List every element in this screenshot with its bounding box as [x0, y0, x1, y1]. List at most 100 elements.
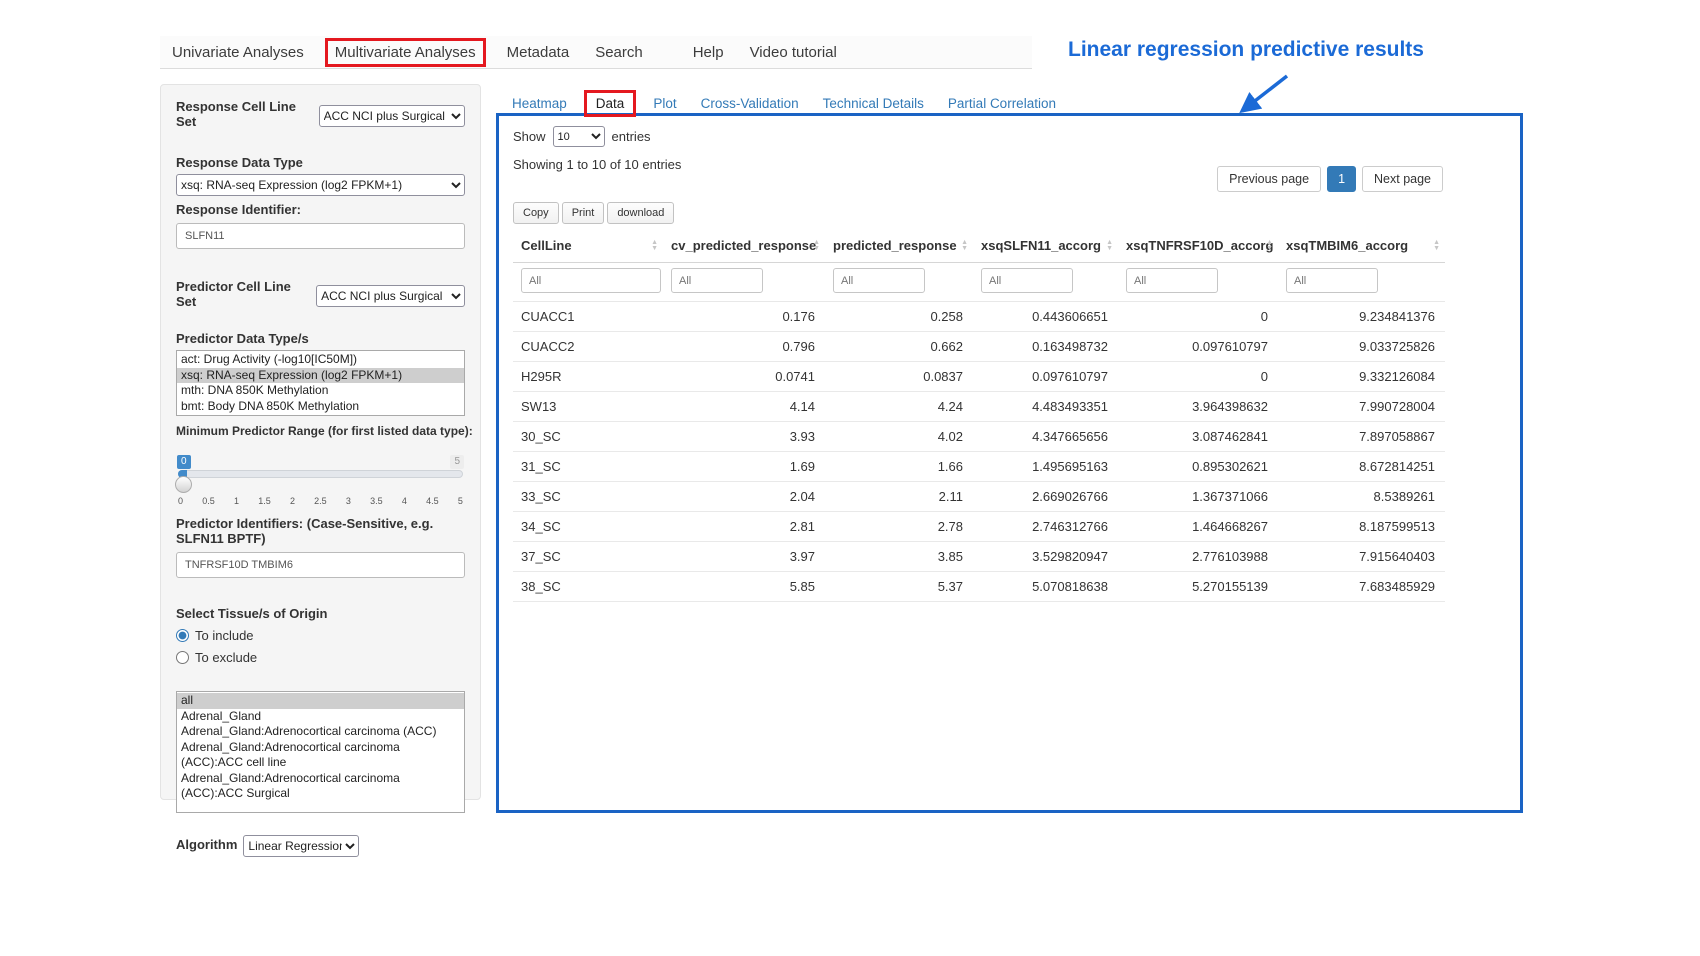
predictor-data-type-option-mth-dna-850k-methylation[interactable]: mth: DNA 850K Methylation: [177, 383, 464, 399]
predictor-identifiers-input[interactable]: [176, 552, 465, 578]
tab-plot[interactable]: Plot: [653, 96, 676, 111]
tissue-option-adrenal-gland-adrenocortical-carcinoma-acc-acc-surgical[interactable]: Adrenal_Gland:Adrenocortical carcinoma (…: [177, 771, 464, 802]
predictor-data-type-option-xsq-rna-seq-expression-log2-fpkm-1[interactable]: xsq: RNA-seq Expression (log2 FPKM+1): [177, 368, 464, 384]
sort-icon[interactable]: ▲▼: [961, 240, 968, 252]
table-buttons: CopyPrintdownload: [513, 202, 1445, 224]
sort-icon[interactable]: ▲▼: [651, 240, 658, 252]
slider-track[interactable]: 0 5: [178, 470, 463, 478]
radio-to-exclude[interactable]: To exclude: [176, 650, 465, 665]
filter-input-cv-predicted-response[interactable]: [671, 268, 763, 293]
value-cell: 2.81: [663, 512, 825, 542]
slider-handle[interactable]: [175, 476, 192, 493]
filter-input-xsqtmbim6-accorg[interactable]: [1286, 268, 1378, 293]
table-row[interactable]: H295R0.07410.08370.09761079709.332126084: [513, 362, 1445, 392]
nav-item-video-tutorial[interactable]: Video tutorial: [750, 44, 837, 61]
radio-input-to-exclude[interactable]: [176, 651, 189, 664]
tab-cross-validation[interactable]: Cross-Validation: [701, 96, 799, 111]
value-cell: 3.964398632: [1118, 392, 1278, 422]
tab-technical-details[interactable]: Technical Details: [823, 96, 924, 111]
value-cell: 1.367371066: [1118, 482, 1278, 512]
min-predictor-range-slider[interactable]: 0 5 00.511.522.533.544.55: [178, 458, 463, 512]
filter-input-cellline[interactable]: [521, 268, 661, 293]
cellline-cell: 34_SC: [513, 512, 663, 542]
table-row[interactable]: 31_SC1.691.661.4956951630.8953026218.672…: [513, 452, 1445, 482]
cellline-cell: 30_SC: [513, 422, 663, 452]
table-row[interactable]: SW134.144.244.4834933513.9643986327.9907…: [513, 392, 1445, 422]
predictor-data-type-option-act-drug-activity-log10-ic50m[interactable]: act: Drug Activity (-log10[IC50M]): [177, 352, 464, 368]
tissue-listbox[interactable]: allAdrenal_GlandAdrenal_Gland:Adrenocort…: [176, 691, 465, 813]
tissue-option-adrenal-gland[interactable]: Adrenal_Gland: [177, 709, 464, 725]
response-cell-line-set-select[interactable]: ACC NCI plus Surgical: [319, 105, 465, 127]
slider-tick: 4.5: [426, 496, 439, 506]
value-cell: 0.0741: [663, 362, 825, 392]
previous-page-button[interactable]: Previous page: [1217, 166, 1321, 192]
response-data-type-select[interactable]: xsq: RNA-seq Expression (log2 FPKM+1): [176, 174, 465, 196]
tab-data[interactable]: Data: [584, 90, 637, 117]
table-row[interactable]: 37_SC3.973.853.5298209472.7761039887.915…: [513, 542, 1445, 572]
table-row[interactable]: 38_SC5.855.375.0708186385.2701551397.683…: [513, 572, 1445, 602]
value-cell: 2.11: [825, 482, 973, 512]
value-cell: 0.258: [825, 302, 973, 332]
value-cell: 4.483493351: [973, 392, 1118, 422]
filter-input-xsqtnfrsf10d-accorg[interactable]: [1126, 268, 1218, 293]
radio-input-to-include[interactable]: [176, 629, 189, 642]
print-button[interactable]: Print: [562, 202, 605, 224]
show-entries-select[interactable]: 10: [553, 126, 605, 147]
tissue-option-adrenal-gland-adrenocortical-carcinoma-acc-acc-cell-line[interactable]: Adrenal_Gland:Adrenocortical carcinoma (…: [177, 740, 464, 771]
table-row[interactable]: CUACC20.7960.6620.1634987320.0976107979.…: [513, 332, 1445, 362]
predictor-data-type-listbox[interactable]: act: Drug Activity (-log10[IC50M])xsq: R…: [176, 350, 465, 416]
value-cell: 2.78: [825, 512, 973, 542]
predictor-data-types-label: Predictor Data Type/s: [176, 331, 465, 346]
response-identifier-input[interactable]: [176, 223, 465, 249]
response-data-type-label: Response Data Type: [176, 155, 465, 170]
nav-item-multivariate-analyses[interactable]: Multivariate Analyses: [325, 38, 486, 67]
nav-item-metadata[interactable]: Metadata: [507, 44, 570, 61]
column-header-xsqtnfrsf10d-accorg[interactable]: xsqTNFRSF10D_accorg▲▼: [1118, 230, 1278, 263]
nav-item-univariate-analyses[interactable]: Univariate Analyses: [172, 44, 304, 61]
sort-icon[interactable]: ▲▼: [1266, 240, 1273, 252]
control-sidebar: Response Cell Line Set ACC NCI plus Surg…: [160, 84, 481, 800]
predictor-cell-line-set-label: Predictor Cell Line Set: [176, 279, 310, 309]
filter-input-xsqslfn11-accorg[interactable]: [981, 268, 1073, 293]
top-nav: Univariate Analyses Multivariate Analyses…: [160, 36, 1032, 69]
column-header-cellline[interactable]: CellLine▲▼: [513, 230, 663, 263]
page-number-button[interactable]: 1: [1327, 166, 1356, 192]
tab-partial-correlation[interactable]: Partial Correlation: [948, 96, 1056, 111]
table-row[interactable]: 34_SC2.812.782.7463127661.4646682678.187…: [513, 512, 1445, 542]
results-table: CellLine▲▼cv_predicted_response▲▼predict…: [513, 230, 1445, 602]
value-cell: 0.796: [663, 332, 825, 362]
column-header-xsqslfn11-accorg[interactable]: xsqSLFN11_accorg▲▼: [973, 230, 1118, 263]
show-label: Show: [513, 129, 546, 144]
column-header-cv-predicted-response[interactable]: cv_predicted_response▲▼: [663, 230, 825, 263]
slider-ticks: 00.511.522.533.544.55: [178, 496, 463, 506]
value-cell: 9.033725826: [1278, 332, 1445, 362]
copy-button[interactable]: Copy: [513, 202, 559, 224]
value-cell: 4.24: [825, 392, 973, 422]
table-row[interactable]: CUACC10.1760.2580.44360665109.234841376: [513, 302, 1445, 332]
sort-desc-icon: ▼: [651, 246, 658, 252]
predictor-cell-line-set-select[interactable]: ACC NCI plus Surgical: [316, 285, 465, 307]
tissue-option-adrenal-gland-adrenocortical-carcinoma-acc[interactable]: Adrenal_Gland:Adrenocortical carcinoma (…: [177, 724, 464, 740]
column-label: predicted_response: [833, 238, 957, 253]
algorithm-label: Algorithm: [176, 837, 237, 852]
nav-item-help[interactable]: Help: [693, 44, 724, 61]
table-row[interactable]: 30_SC3.934.024.3476656563.0874628417.897…: [513, 422, 1445, 452]
download-button[interactable]: download: [607, 202, 674, 224]
radio-to-include[interactable]: To include: [176, 628, 465, 643]
column-header-xsqtmbim6-accorg[interactable]: xsqTMBIM6_accorg▲▼: [1278, 230, 1445, 263]
tissue-option-all[interactable]: all: [177, 693, 464, 709]
slider-tick: 0: [178, 496, 183, 506]
column-header-predicted-response[interactable]: predicted_response ▲▼: [825, 230, 973, 263]
sort-icon[interactable]: ▲▼: [1106, 240, 1113, 252]
algorithm-select[interactable]: Linear Regression: [243, 835, 359, 857]
next-page-button[interactable]: Next page: [1362, 166, 1443, 192]
value-cell: 0: [1118, 302, 1278, 332]
tab-heatmap[interactable]: Heatmap: [512, 96, 567, 111]
nav-item-search[interactable]: Search: [595, 44, 643, 61]
table-row[interactable]: 33_SC2.042.112.6690267661.3673710668.538…: [513, 482, 1445, 512]
sort-icon[interactable]: ▲▼: [813, 240, 820, 252]
sort-icon[interactable]: ▲▼: [1433, 240, 1440, 252]
table-body: CUACC10.1760.2580.44360665109.234841376C…: [513, 302, 1445, 602]
filter-input-predicted-response[interactable]: [833, 268, 925, 293]
predictor-data-type-option-bmt-body-dna-850k-methylation[interactable]: bmt: Body DNA 850K Methylation: [177, 399, 464, 415]
